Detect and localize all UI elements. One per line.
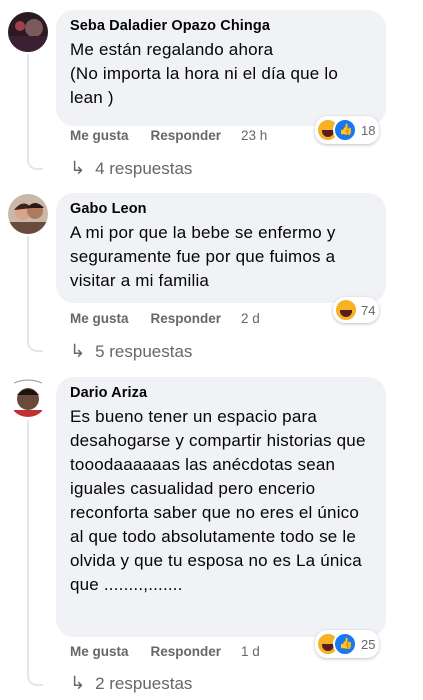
comment-timestamp[interactable]: 1 d: [241, 644, 260, 659]
comment-timestamp[interactable]: 23 h: [241, 128, 267, 143]
comment-actions: Me gusta Responder 23 h: [70, 128, 267, 143]
reply-button[interactable]: Responder: [151, 311, 222, 326]
comment-bubble: Dario Ariza Es bueno tener un espacio pa…: [56, 377, 386, 637]
like-button[interactable]: Me gusta: [70, 128, 129, 143]
comment-bubble: Gabo Leon A mi por que la bebe se enferm…: [56, 193, 386, 303]
view-replies-button[interactable]: ↳ 5 respuestas: [70, 341, 192, 362]
view-replies-button[interactable]: ↳ 4 respuestas: [70, 158, 192, 179]
avatar[interactable]: [8, 194, 48, 234]
comment-text: Me están regalando ahora (No importa la …: [70, 40, 339, 107]
comment-actions: Me gusta Responder 2 d: [70, 311, 260, 326]
reaction-count: 74: [361, 302, 376, 318]
reply-arrow-icon: ↳: [70, 158, 86, 178]
view-replies-button[interactable]: ↳ 2 respuestas: [70, 673, 192, 694]
comment-author[interactable]: Gabo Leon: [70, 201, 372, 217]
comment-author[interactable]: Dario Ariza: [70, 385, 372, 401]
reply-arrow-icon: ↳: [70, 673, 86, 693]
comment-author[interactable]: Seba Daladier Opazo Chinga: [70, 18, 372, 34]
like-reaction-icon: 👍: [333, 632, 357, 656]
reply-button[interactable]: Responder: [151, 128, 222, 143]
like-reaction-icon: 👍: [333, 118, 357, 142]
thread-line: [27, 236, 29, 344]
thread-line: [27, 420, 29, 678]
reply-button[interactable]: Responder: [151, 644, 222, 659]
reply-arrow-icon: ↳: [70, 341, 86, 361]
thread-line: [27, 54, 29, 162]
thread-curve: [27, 670, 43, 686]
reaction-summary[interactable]: 👍 18: [315, 116, 380, 144]
haha-reaction-icon: [335, 299, 357, 321]
comment-timestamp[interactable]: 2 d: [241, 311, 260, 326]
reaction-count: 18: [361, 122, 376, 138]
thread-curve: [27, 336, 43, 352]
replies-count-label: 2 respuestas: [95, 673, 193, 693]
avatar[interactable]: [8, 12, 48, 52]
thread-curve: [27, 154, 43, 170]
like-button[interactable]: Me gusta: [70, 311, 129, 326]
avatar[interactable]: [8, 377, 48, 417]
comment-actions: Me gusta Responder 1 d: [70, 644, 260, 659]
comment-text: A mi por que la bebe se enfermo y segura…: [70, 223, 341, 290]
reaction-count: 25: [361, 636, 376, 652]
comment-text: Es bueno tener un espacio para desahogar…: [70, 407, 371, 594]
like-button[interactable]: Me gusta: [70, 644, 129, 659]
reaction-summary[interactable]: 👍 25: [315, 630, 380, 658]
replies-count-label: 4 respuestas: [95, 158, 193, 178]
comment-bubble: Seba Daladier Opazo Chinga Me están rega…: [56, 10, 386, 126]
reaction-summary[interactable]: 74: [333, 297, 380, 323]
replies-count-label: 5 respuestas: [95, 341, 193, 361]
